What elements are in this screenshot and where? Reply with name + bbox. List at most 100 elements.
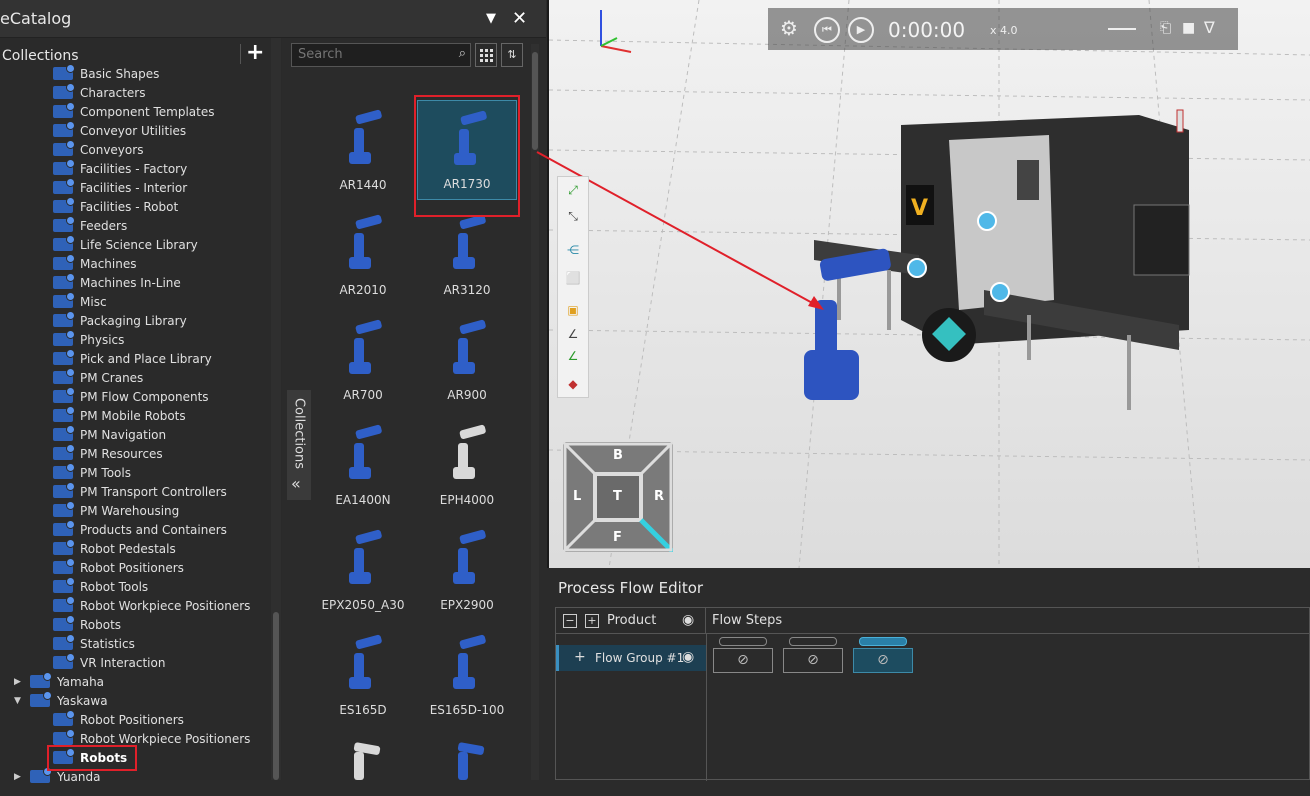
tree-item[interactable]: PM Navigation	[53, 425, 166, 444]
nav-cube-top[interactable]: T	[613, 489, 622, 504]
search-box[interactable]: ⌕	[291, 43, 471, 67]
tree-item[interactable]: PM Warehousing	[53, 501, 179, 520]
tree-item[interactable]: Basic Shapes	[53, 64, 159, 83]
tree-item[interactable]: Robot Workpiece Positioners	[53, 596, 250, 615]
catalog-item[interactable]: AR700	[313, 310, 413, 410]
axis-icon[interactable]: ∠	[562, 325, 584, 343]
collapse-all-button[interactable]: −	[563, 614, 577, 628]
chevron-down-icon[interactable]: ▼	[14, 696, 26, 706]
nav-cube-back[interactable]: B	[613, 448, 623, 463]
color-cube-icon[interactable]: ◆	[562, 375, 584, 393]
grid-view-icon[interactable]	[475, 43, 497, 67]
snap-icon[interactable]: ⋲	[562, 241, 584, 259]
step-tab[interactable]	[859, 637, 907, 646]
sort-icon[interactable]: ⇅	[501, 43, 523, 67]
items-scrollbar-thumb[interactable]	[532, 52, 538, 150]
collections-side-tab[interactable]: Collections «	[287, 390, 311, 500]
tree-item[interactable]: Component Templates	[53, 102, 215, 121]
catalog-item[interactable]: AR3120	[417, 205, 517, 305]
tree-item[interactable]: Misc	[53, 292, 107, 311]
tree-item[interactable]: Machines	[53, 254, 136, 273]
robot-thumbnail	[341, 738, 385, 796]
step-tab[interactable]	[719, 637, 767, 646]
items-scrollbar[interactable]	[531, 44, 539, 780]
tree-item[interactable]: Packaging Library	[53, 311, 187, 330]
tree-item[interactable]: Robots	[53, 615, 121, 634]
tree-scrollbar-thumb[interactable]	[273, 612, 279, 780]
tree-item[interactable]: PM Tools	[53, 463, 131, 482]
tree-item[interactable]: Characters	[53, 83, 146, 102]
tree-item[interactable]: PM Flow Components	[53, 387, 209, 406]
tree-item[interactable]: Robot Positioners	[53, 558, 184, 577]
search-input[interactable]	[298, 47, 448, 62]
chevron-right-icon[interactable]: ▶	[14, 677, 26, 687]
tree-item[interactable]: Facilities - Factory	[53, 159, 187, 178]
tree-item[interactable]: Robot Pedestals	[53, 539, 176, 558]
catalog-item[interactable]: EA1400N	[313, 415, 413, 515]
flow-group-row[interactable]: + Flow Group #1 ◉	[556, 645, 706, 671]
speed-slider[interactable]	[1108, 28, 1136, 30]
tree-item[interactable]: Statistics	[53, 634, 135, 653]
tree-item[interactable]: VR Interaction	[53, 653, 165, 672]
tree-item[interactable]: Facilities - Interior	[53, 178, 187, 197]
flow-step-selected[interactable]: ⊘	[853, 648, 913, 673]
catalog-item[interactable]: EPX2900	[417, 520, 517, 620]
nav-cube-left[interactable]: L	[573, 489, 581, 504]
catalog-item[interactable]: AR2010	[313, 205, 413, 305]
tree-item[interactable]: Robot Positioners	[53, 710, 184, 729]
nav-cube-right[interactable]: R	[654, 489, 664, 504]
tree-item[interactable]: PM Mobile Robots	[53, 406, 186, 425]
tree-item[interactable]: Physics	[53, 330, 124, 349]
flow-steps-label: Flow Steps	[712, 613, 783, 628]
navigation-cube[interactable]: B L T R F	[563, 442, 673, 552]
catalog-item[interactable]: AR900	[417, 310, 517, 410]
pin-icon[interactable]: ▼	[484, 11, 498, 27]
vr-icon[interactable]: ∇	[1204, 18, 1215, 37]
catalog-item[interactable]: ES165D-100	[417, 625, 517, 725]
tree-item[interactable]: Life Science Library	[53, 235, 198, 254]
add-icon[interactable]: +	[574, 649, 586, 665]
fit-selection-icon[interactable]: ⤡	[562, 207, 584, 225]
catalog-item[interactable]	[313, 730, 413, 780]
close-icon[interactable]: ✕	[512, 8, 527, 29]
fit-all-icon[interactable]: ⤢	[562, 181, 584, 199]
catalog-item[interactable]: ES165D	[313, 625, 413, 725]
tree-item[interactable]: PM Transport Controllers	[53, 482, 227, 501]
tree-item[interactable]: ▶ Yamaha	[14, 672, 104, 691]
nav-cube-front[interactable]: F	[613, 530, 622, 545]
chevron-right-icon[interactable]: ▶	[14, 772, 26, 782]
box-icon[interactable]: ⬜	[562, 269, 584, 287]
tree-item[interactable]: Machines In-Line	[53, 273, 181, 292]
render-mode-icon[interactable]: ▣	[562, 301, 584, 319]
pdf-icon[interactable]: ⎗	[1160, 20, 1171, 36]
play-button[interactable]: ▶	[848, 17, 874, 43]
catalog-item[interactable]: EPH4000	[417, 415, 517, 515]
add-collection-button[interactable]: +	[246, 42, 264, 64]
catalog-item[interactable]	[417, 730, 517, 780]
reset-button[interactable]: ⏮	[814, 17, 840, 43]
search-icon[interactable]: ⌕	[459, 46, 466, 61]
tree-item[interactable]: Conveyors	[53, 140, 143, 159]
folder-icon	[53, 64, 75, 80]
flow-step[interactable]: ⊘	[713, 648, 773, 673]
tree-item[interactable]: ▼ Yaskawa	[14, 691, 108, 710]
tree-item[interactable]: Robot Tools	[53, 577, 148, 596]
tree-item[interactable]: Feeders	[53, 216, 127, 235]
step-tab[interactable]	[789, 637, 837, 646]
tree-item[interactable]: Facilities - Robot	[53, 197, 178, 216]
tree-item[interactable]: Products and Containers	[53, 520, 227, 539]
settings-icon[interactable]: ⚙	[780, 16, 798, 40]
collapse-icon[interactable]: «	[291, 474, 301, 493]
expand-all-button[interactable]: +	[585, 614, 599, 628]
tree-item[interactable]: Pick and Place Library	[53, 349, 212, 368]
tree-item[interactable]: Conveyor Utilities	[53, 121, 186, 140]
flow-step[interactable]: ⊘	[783, 648, 843, 673]
tree-item[interactable]: PM Cranes	[53, 368, 143, 387]
frame-icon[interactable]: ∠	[562, 347, 584, 365]
eye-icon[interactable]: ◉	[682, 612, 694, 628]
tree-item[interactable]: PM Resources	[53, 444, 163, 463]
record-icon[interactable]: ■	[1182, 20, 1195, 36]
catalog-item[interactable]: AR1440	[313, 100, 413, 200]
catalog-item[interactable]: EPX2050_A30	[313, 520, 413, 620]
eye-icon[interactable]: ◉	[682, 649, 694, 665]
